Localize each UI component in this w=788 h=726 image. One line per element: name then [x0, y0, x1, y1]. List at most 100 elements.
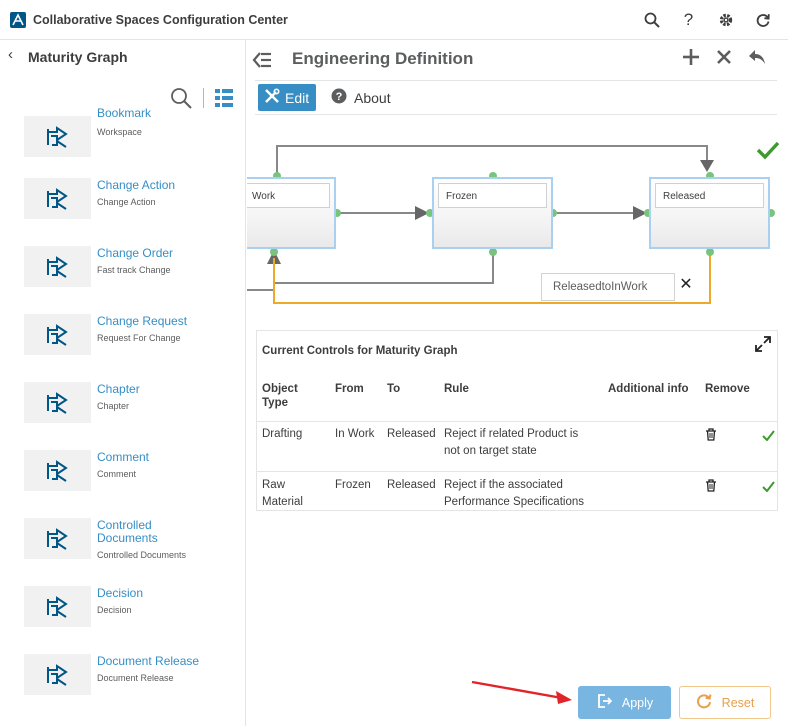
list-item[interactable]: Bookmark Workspace: [0, 107, 245, 184]
policy-icon: [24, 116, 91, 157]
close-icon[interactable]: ✕: [677, 276, 695, 294]
transition-tooltip: ReleasedtoInWork: [541, 273, 675, 301]
item-subtitle: Chapter: [97, 401, 130, 411]
page-title: Engineering Definition: [292, 49, 474, 68]
cell-object-type: Drafting: [262, 428, 303, 440]
gear-icon[interactable]: [716, 10, 735, 29]
apply-icon: [596, 693, 613, 712]
help-circle-icon: ?: [331, 88, 347, 107]
item-title: Change Order: [97, 246, 174, 260]
item-subtitle: Comment: [97, 469, 137, 479]
column-header: Additional info: [608, 383, 689, 395]
item-subtitle: Request For Change: [97, 333, 181, 343]
add-icon[interactable]: [681, 46, 700, 68]
tab-edit[interactable]: Edit: [258, 84, 316, 111]
search-icon[interactable]: [642, 10, 661, 29]
collapse-panel-icon[interactable]: [251, 50, 273, 70]
maturity-graph-canvas[interactable]: Work Frozen Released ReleasedtoInWork ✕: [247, 128, 788, 328]
tab-bar: Edit ? About: [255, 80, 777, 115]
apply-label: Apply: [621, 695, 654, 710]
policy-icon: [24, 178, 91, 219]
left-panel: ‹ Maturity Graph Bookmark Workspace Chan…: [0, 40, 246, 726]
item-subtitle: Fast track Change: [97, 265, 171, 275]
policy-icon: [24, 314, 91, 355]
list-item[interactable]: Comment Comment: [0, 450, 245, 518]
undo-icon[interactable]: [747, 46, 766, 68]
list-item[interactable]: Change Request Request For Change: [0, 314, 245, 382]
right-panel: Engineering Definition Edit ? About Work…: [247, 40, 788, 726]
list-item[interactable]: Controlled Documents Controlled Document…: [0, 518, 245, 586]
column-header: From: [335, 383, 364, 395]
controls-title: Current Controls for Maturity Graph: [262, 345, 458, 357]
policy-icon: [24, 382, 91, 423]
list-item[interactable]: Document Release Document Release: [0, 654, 245, 722]
list-item[interactable]: Change Order Fast track Change: [0, 246, 245, 314]
cell-to: Released: [387, 479, 436, 491]
reset-label: Reset: [721, 695, 755, 710]
item-title: Decision: [97, 586, 144, 600]
help-icon[interactable]: ?: [679, 10, 698, 29]
cell-from: Frozen: [335, 479, 371, 491]
tab-edit-label: Edit: [285, 89, 310, 106]
column-header: To: [387, 383, 401, 395]
policy-icon: [24, 586, 91, 627]
item-subtitle: Document Release: [97, 673, 174, 683]
controls-table: Current Controls for Maturity Graph Obje…: [256, 330, 778, 511]
cell-rule: Reject if the associated Performance Spe…: [444, 479, 584, 508]
item-subtitle: Decision: [97, 605, 132, 615]
state-node-frozen[interactable]: Frozen: [432, 177, 553, 249]
checkmark-icon: [762, 479, 775, 497]
trash-icon[interactable]: [705, 479, 717, 497]
app-title: Collaborative Spaces Configuration Cente…: [33, 13, 288, 27]
refresh-icon[interactable]: [753, 10, 772, 29]
state-node-work[interactable]: Work: [247, 177, 336, 249]
top-bar: Collaborative Spaces Configuration Cente…: [0, 0, 788, 40]
state-label: Work: [247, 183, 330, 208]
state-node-released[interactable]: Released: [649, 177, 770, 249]
item-title: Change Action: [97, 178, 176, 192]
apply-button[interactable]: Apply: [578, 686, 671, 719]
cell-object-type: Raw Material: [262, 479, 303, 508]
item-title: Document Release: [97, 654, 200, 668]
app-logo-icon: [10, 12, 26, 28]
row-divider: [257, 471, 777, 472]
cell-from: In Work: [335, 428, 375, 440]
reset-button[interactable]: Reset: [679, 686, 771, 719]
tools-icon: [264, 88, 280, 107]
annotation-arrow-icon: [471, 680, 572, 704]
list-item[interactable]: Chapter Chapter: [0, 382, 245, 450]
item-title: Change Request: [97, 314, 188, 328]
cell-to: Released: [387, 428, 436, 440]
column-header: Object Type: [262, 383, 298, 409]
item-subtitle: Workspace: [97, 127, 142, 137]
cell-rule: Reject if related Product is not on targ…: [444, 428, 579, 457]
trash-icon[interactable]: [705, 428, 717, 446]
item-title: Chapter: [97, 382, 140, 396]
reset-icon: [696, 693, 712, 712]
item-title: Controlled Documents: [97, 518, 158, 545]
separator: [203, 88, 204, 108]
checkmark-icon: [756, 140, 780, 165]
search-icon[interactable]: [170, 87, 192, 109]
item-title: Comment: [97, 450, 150, 464]
item-title: Bookmark: [97, 106, 152, 120]
list-view-icon[interactable]: [214, 88, 234, 108]
tab-about-label: About: [354, 89, 391, 106]
policy-icon: [24, 450, 91, 491]
list-item[interactable]: Change Action Change Action: [0, 178, 245, 246]
column-header: Remove: [705, 383, 750, 395]
panel-title: Maturity Graph: [28, 49, 128, 65]
policy-icon: [24, 518, 91, 559]
item-subtitle: Controlled Documents: [97, 550, 187, 560]
close-icon[interactable]: [714, 46, 733, 68]
chevron-left-icon[interactable]: ‹: [8, 46, 13, 63]
policy-icon: [24, 654, 91, 695]
checkmark-icon: [762, 428, 775, 446]
state-label: Released: [655, 183, 764, 208]
svg-text:?: ?: [336, 91, 343, 103]
column-header: Rule: [444, 383, 469, 395]
expand-icon[interactable]: [755, 336, 771, 352]
state-label: Frozen: [438, 183, 547, 208]
list-item[interactable]: Decision Decision: [0, 586, 245, 654]
tab-about[interactable]: ? About: [331, 84, 391, 111]
